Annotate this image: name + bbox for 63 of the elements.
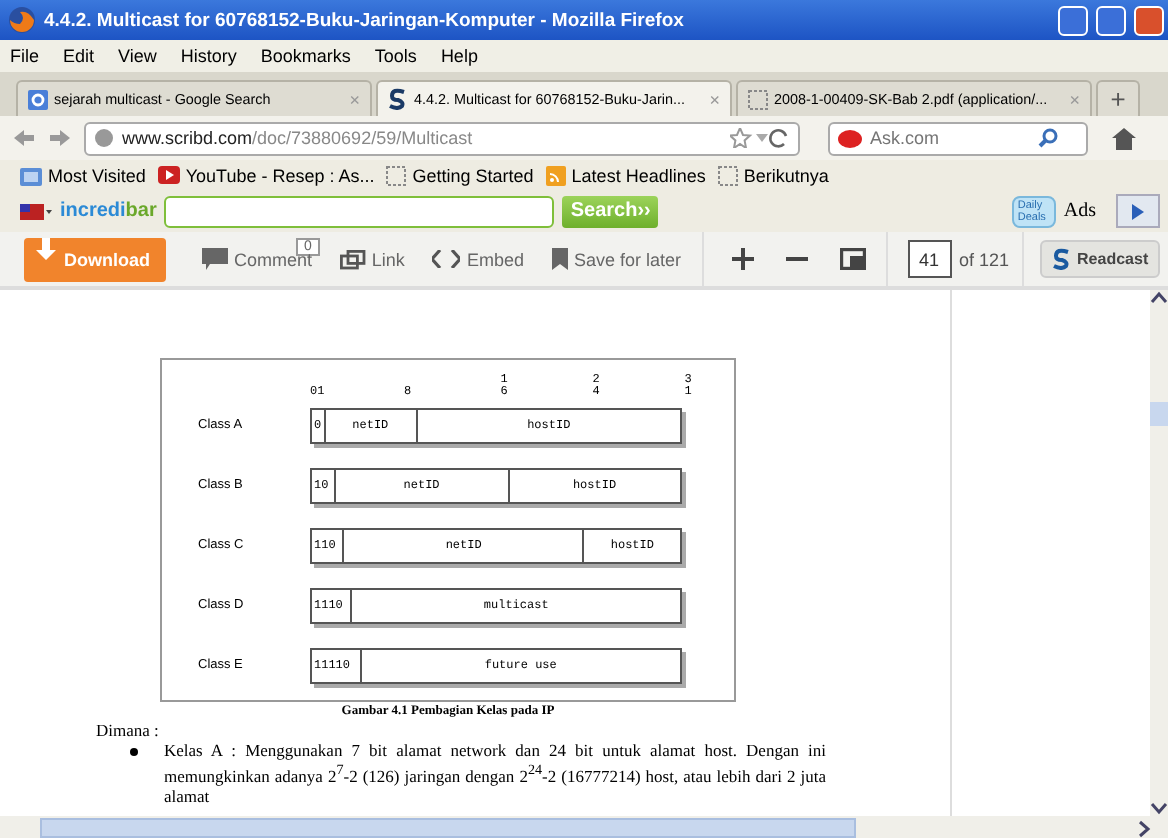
readcast-icon [1051, 248, 1072, 270]
zoom-out-icon[interactable] [785, 256, 807, 262]
new-tab-button[interactable]: + [1096, 80, 1140, 116]
bookmark-link[interactable]: YouTube - Resep : As... [185, 165, 375, 185]
maximize-button[interactable] [1096, 5, 1126, 35]
save-button[interactable]: Save for later [551, 248, 681, 270]
folder-icon [20, 165, 42, 185]
window-title: 4.4.2. Multicast for 60768152-Buku-Jaringan-Komputer - Mozilla Firefox [44, 9, 686, 31]
firefox-icon [8, 6, 36, 34]
menu-item[interactable]: File [10, 46, 40, 66]
star-reload-icon[interactable] [730, 128, 790, 148]
play-icon [1132, 203, 1144, 219]
embed-button[interactable]: Embed [432, 249, 524, 269]
scroll-down-icon[interactable] [1150, 800, 1168, 816]
address-field[interactable]: www.scribd.com/doc/73880692/59/Multicast [84, 121, 800, 155]
paragraph: Dimana : [96, 720, 161, 740]
google-icon [28, 89, 48, 109]
play-icon [157, 166, 180, 184]
scroll-up-icon[interactable] [1150, 290, 1168, 306]
back-icon[interactable] [12, 128, 36, 148]
menu-item[interactable]: Edit [63, 46, 95, 66]
bookmark-link[interactable]: Getting Started [412, 165, 534, 185]
readcast-button[interactable]: Readcast [1039, 240, 1161, 278]
page-icon [748, 89, 768, 109]
paragraph: Kelas A : Menggunakan 7 bit alamat network dan 24 bit untuk alamat host. Dengan ini memungkinkan adanya 2$^{7}$-2 (126) jaringan dengan 2$^{24}$-2 (16777214) host, atau lebih dari 2 juta alamat [164, 740, 826, 806]
menu-item[interactable]: Bookmarks [260, 46, 351, 66]
menu-item[interactable]: View [118, 46, 157, 66]
bookmark-link[interactable]: Most Visited [48, 165, 146, 185]
page-number-field[interactable]: 41 [907, 240, 951, 278]
menu-item[interactable]: Tools [374, 46, 417, 66]
flag-icon [20, 203, 52, 219]
page-icon [717, 165, 738, 185]
bookmark-icon [551, 248, 568, 270]
forward-icon[interactable] [48, 128, 72, 148]
link-button[interactable]: Link [339, 249, 405, 269]
menu-item[interactable]: History [180, 46, 237, 66]
close-button[interactable] [1134, 5, 1164, 35]
bookmark-link[interactable]: Berikutnya [743, 165, 829, 185]
search-field[interactable] [164, 195, 555, 227]
scroll-thumb[interactable] [40, 818, 856, 838]
ads-label: Ads [1063, 200, 1096, 222]
zoom-in-icon[interactable] [731, 248, 753, 270]
scroll-thumb-icon[interactable] [1150, 401, 1168, 425]
home-icon[interactable] [1112, 127, 1136, 149]
incredibar-logo: incredibar [60, 200, 157, 222]
link-icon [339, 249, 366, 269]
download-icon [36, 237, 56, 261]
page-icon [386, 165, 407, 185]
minimize-button[interactable] [1058, 5, 1088, 35]
search-icon[interactable] [1038, 128, 1058, 148]
fullscreen-icon[interactable] [839, 248, 865, 270]
ask-logo-icon [838, 129, 862, 147]
code-icon [432, 250, 461, 268]
page-count: of 121 [959, 249, 1010, 269]
bookmark-link[interactable]: Latest Headlines [571, 165, 706, 185]
feed-icon [545, 165, 566, 185]
play-button[interactable] [1116, 194, 1160, 228]
speech-bubble-icon [202, 248, 228, 270]
bullet-icon [130, 748, 138, 756]
scroll-right-icon[interactable] [1136, 819, 1152, 837]
menu-item[interactable]: Help [440, 46, 478, 66]
search-box[interactable]: Ask.com [828, 121, 1088, 155]
scribd-icon [388, 88, 408, 110]
